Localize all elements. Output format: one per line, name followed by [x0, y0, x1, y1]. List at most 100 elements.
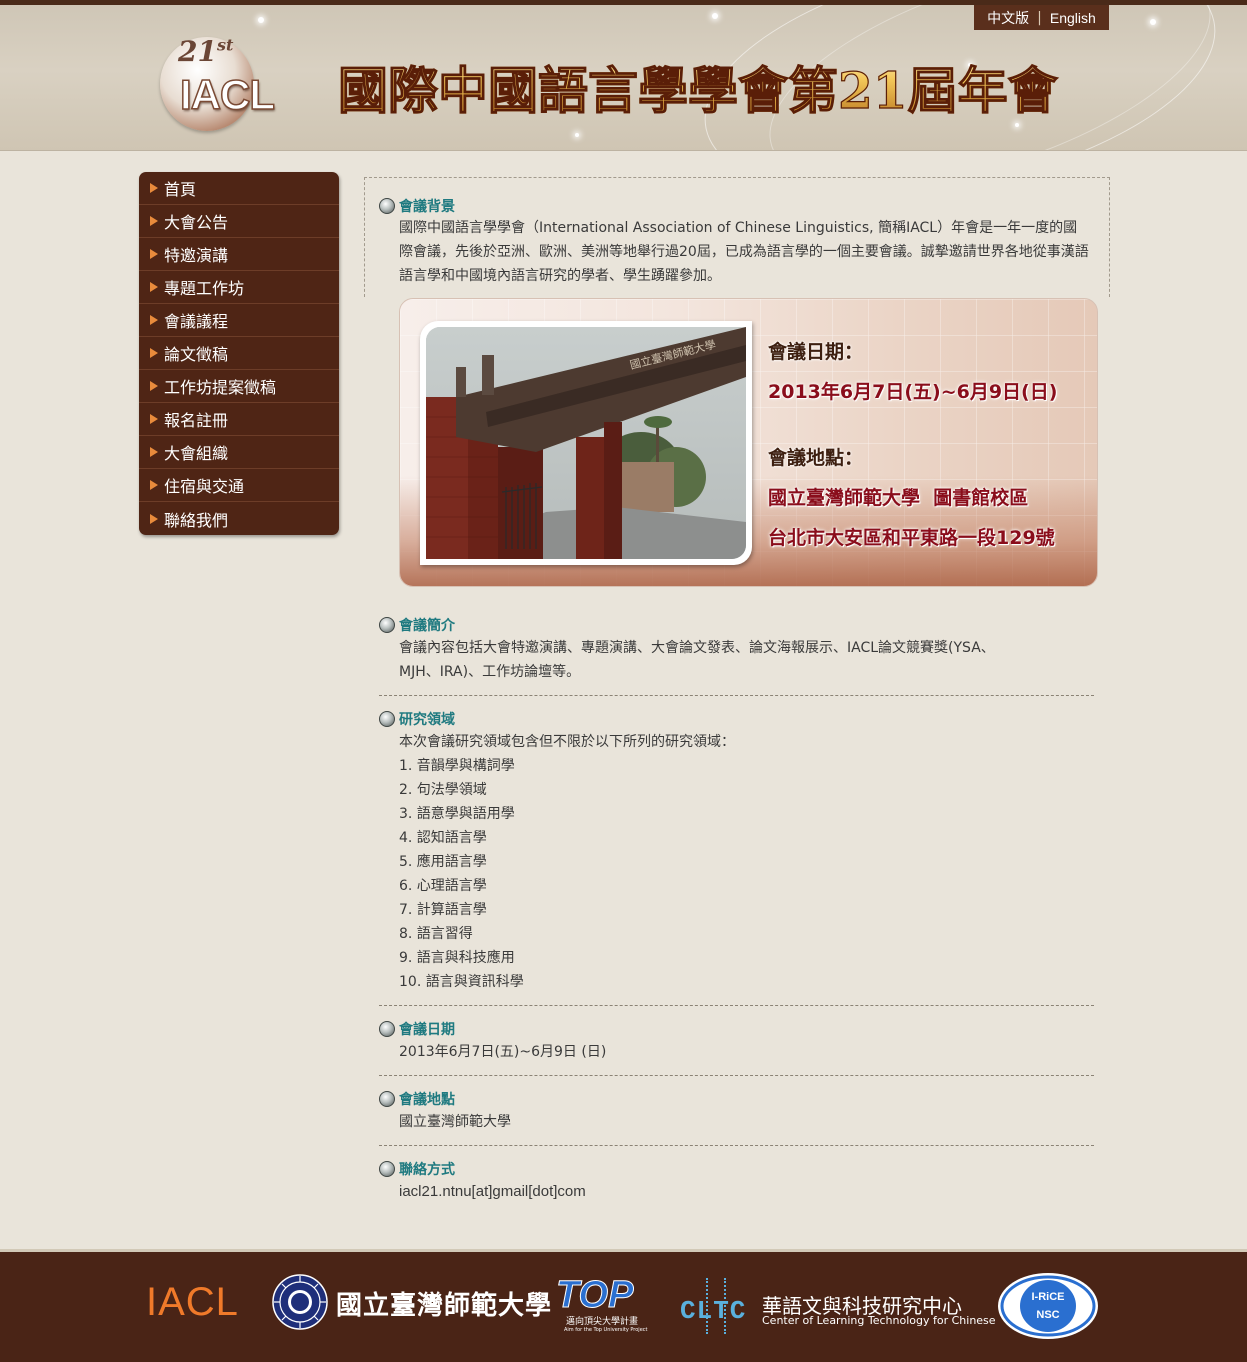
sidebar-item-label: 會議議程 — [164, 312, 229, 331]
sidebar-item-label: 專題工作坊 — [164, 279, 245, 298]
footer-cltc-logo[interactable]: CLTC — [680, 1278, 754, 1334]
conference-banner: 國立臺灣師範大學 會議日期： 2013年6月7日(五)~6月9日(日) 會議地點… — [399, 298, 1098, 587]
sidebar-item[interactable]: 聯絡我們 — [139, 502, 339, 535]
sidebar-nav: 首頁 大會公告特邀演講專題工作坊會議議程論文徵稿工作坊提案徵稿 報名註冊大會組織住宿… — [139, 172, 339, 535]
intro-line1: 會議內容包括大會特邀演講、專題演講、大會論文發表、論文海報展示、IACL論文競賽… — [399, 640, 995, 656]
arrow-right-icon — [150, 480, 158, 490]
arrow-right-icon — [150, 249, 158, 259]
sidebar-item[interactable]: 大會組織 — [139, 436, 339, 469]
sidebar-item-label: 報名註冊 — [164, 411, 229, 430]
field-item: 3. 語意學與語用學 — [399, 806, 515, 822]
background-text: 國際中國語言學學會（International Association of C… — [399, 220, 1089, 284]
sidebar-item-label: 住宿與交通 — [164, 477, 245, 496]
sparkle — [258, 17, 264, 23]
arrow-right-icon — [150, 348, 158, 358]
fields-lead: 本次會議研究領域包含但不限於以下所列的研究領域： — [399, 734, 735, 750]
sidebar-item-label: 工作坊提案徵稿 — [164, 378, 277, 397]
sidebar-item-label: 大會組織 — [164, 444, 229, 463]
sidebar-item-label: 論文徵稿 — [164, 345, 229, 364]
field-item: 8. 語言習得 — [399, 926, 473, 942]
sidebar-item[interactable]: 工作坊提案徵稿 — [139, 370, 339, 403]
arrow-right-icon — [150, 414, 158, 424]
arrow-right-icon — [150, 381, 158, 391]
sparkle — [1015, 123, 1019, 127]
sidebar-item[interactable]: 首頁 — [139, 172, 339, 205]
lang-en-link[interactable]: English — [1050, 10, 1096, 26]
logo-word: IACL — [179, 70, 276, 119]
site-footer: IACL 國立臺灣師範大學 TOP 邁向頂尖大學計畫 Aim for the T… — [0, 1249, 1247, 1362]
footer-irice-nsc-logo[interactable]: I-RiCE NSC — [997, 1272, 1099, 1340]
section-divider — [379, 1075, 1094, 1076]
logo-number: 21st — [178, 35, 234, 68]
bullet-icon — [379, 198, 395, 214]
lang-separator: | — [1037, 9, 1042, 26]
sidebar-item-label: 聯絡我們 — [164, 510, 229, 530]
top-logo-text: TOP — [556, 1274, 634, 1316]
footer-iacl-logo[interactable]: IACL — [146, 1280, 239, 1325]
section-divider — [379, 695, 1094, 696]
site-header: 中文版 | English 21st IACL 國際中國語言學學會第21屆年會 — [0, 5, 1247, 151]
bullet-icon — [379, 711, 395, 727]
footer-cltc-en[interactable]: Center of Learning Technology for Chines… — [762, 1314, 996, 1327]
venue-value: 國立臺灣師範大學 — [399, 1114, 511, 1130]
field-item: 2. 句法學領域 — [399, 782, 487, 798]
venue-title: 會議地點 — [399, 1092, 455, 1108]
sidebar-item-label: 特邀演講 — [164, 246, 229, 265]
date-title: 會議日期 — [399, 1022, 455, 1038]
section-divider — [379, 1005, 1094, 1006]
field-item: 9. 語言與科技應用 — [399, 950, 515, 966]
ntnu-seal-icon[interactable] — [272, 1274, 328, 1330]
intro-line2: MJH、IRA)、工作坊論壇等。 — [399, 664, 581, 680]
banner-date-label: 會議日期： — [768, 341, 864, 363]
arrow-right-icon — [150, 183, 158, 193]
sidebar-item[interactable]: 住宿與交通 — [139, 469, 339, 502]
bullet-icon — [379, 1021, 395, 1037]
nsc-text: NSC — [1036, 1309, 1059, 1321]
top-logo-cn: 邁向頂尖大學計畫 — [566, 1317, 639, 1327]
language-switcher: 中文版 | English — [974, 5, 1109, 30]
field-item: 5. 應用語言學 — [399, 854, 487, 870]
sidebar-item[interactable]: 會議議程 — [139, 304, 339, 337]
background-heading: 會議背景 — [379, 196, 455, 216]
arrow-right-icon — [150, 513, 158, 524]
date-value: 2013年6月7日(五)~6月9日 (日) — [399, 1044, 607, 1060]
sidebar-item[interactable]: 專題工作坊 — [139, 271, 339, 304]
bullet-icon — [379, 617, 395, 633]
banner-venue-line2: 台北市大安區和平東路一段129號 — [768, 527, 1055, 549]
lang-zh-link[interactable]: 中文版 — [987, 8, 1029, 28]
sparkle — [712, 13, 718, 19]
fields-title: 研究領域 — [399, 712, 455, 728]
arrow-right-icon — [150, 447, 158, 457]
sidebar-item[interactable]: 特邀演講 — [139, 238, 339, 271]
site-title: 國際中國語言學學會第21屆年會 — [337, 51, 1058, 123]
irice-text: I-RiCE — [1032, 1291, 1065, 1303]
campus-gate-image: 國立臺灣師範大學 — [426, 327, 746, 559]
sidebar-item[interactable]: 報名註冊 — [139, 403, 339, 436]
iacl-logo[interactable]: 21st IACL — [158, 33, 308, 137]
fields-heading: 研究領域 — [379, 709, 455, 729]
section-divider — [379, 1145, 1094, 1146]
sidebar-item[interactable]: 論文徵稿 — [139, 337, 339, 370]
footer-top-logo[interactable]: TOP 邁向頂尖大學計畫 Aim for the Top University … — [556, 1276, 656, 1336]
footer-ntnu-name[interactable]: 國立臺灣師範大學 — [336, 1285, 552, 1322]
contact-heading: 聯絡方式 — [379, 1159, 455, 1179]
background-title: 會議背景 — [399, 199, 455, 215]
field-item: 6. 心理語言學 — [399, 878, 487, 894]
campus-photo-frame: 國立臺灣師範大學 — [420, 321, 752, 565]
date-heading: 會議日期 — [379, 1019, 455, 1039]
banner-date-value: 2013年6月7日(五)~6月9日(日) — [768, 381, 1058, 403]
arrow-right-icon — [150, 216, 158, 226]
intro-title: 會議簡介 — [399, 618, 455, 634]
contact-title: 聯絡方式 — [399, 1162, 455, 1178]
banner-venue-label: 會議地點： — [768, 447, 864, 469]
sparkle — [575, 133, 579, 137]
sidebar-item[interactable]: 大會公告 — [139, 205, 339, 238]
intro-heading: 會議簡介 — [379, 615, 455, 635]
contact-email: iacl21.ntnu[at]gmail[dot]com — [399, 1183, 586, 1200]
venue-heading: 會議地點 — [379, 1089, 455, 1109]
arrow-right-icon — [150, 315, 158, 325]
field-item: 4. 認知語言學 — [399, 830, 487, 846]
top-logo-en: Aim for the Top University Project — [564, 1327, 648, 1333]
field-item: 10. 語言與資訊科學 — [399, 974, 524, 990]
banner-venue-line1: 國立臺灣師範大學 圖書館校區 — [768, 487, 1029, 509]
